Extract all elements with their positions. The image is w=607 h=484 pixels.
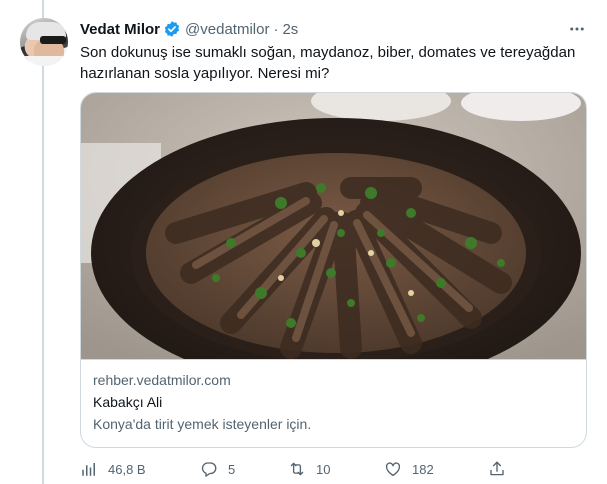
card-title: Kabakçı Ali (93, 394, 163, 410)
more-icon[interactable] (568, 20, 586, 38)
author-handle[interactable]: @vedatmilor (185, 21, 269, 38)
views-count: 46,8 B (108, 461, 146, 477)
avatar[interactable] (20, 18, 68, 66)
like-icon (385, 462, 401, 477)
share-icon (490, 461, 504, 476)
reply-icon (201, 462, 217, 477)
link-card[interactable]: rehber.vedatmilor.com Kabakçı Ali Konya'… (80, 92, 587, 448)
avatar-glasses (40, 36, 66, 44)
reply-button[interactable]: 5 (200, 458, 235, 480)
views-button[interactable]: 46,8 B (80, 458, 146, 480)
like-count: 182 (412, 461, 434, 477)
card-image (81, 93, 586, 359)
author-name[interactable]: Vedat Milor (80, 21, 160, 38)
thread-line (42, 0, 44, 484)
views-icon (82, 463, 95, 476)
reply-count: 5 (228, 461, 236, 477)
retweet-icon (290, 462, 304, 476)
separator-dot: · (273, 20, 279, 38)
retweet-button[interactable]: 10 (288, 458, 330, 480)
tweet-header: Vedat Milor @vedatmilor · 2s (80, 18, 298, 40)
tweet-text: Son dokunuş ise sumaklı soğan, maydanoz,… (80, 44, 576, 82)
verified-badge-icon (163, 20, 181, 38)
share-button[interactable] (488, 458, 516, 480)
card-description: Konya'da tirit yemek isteyenler için. (93, 416, 312, 432)
tweet-timestamp[interactable]: 2s (282, 21, 298, 38)
like-button[interactable]: 182 (384, 458, 434, 480)
card-meta: rehber.vedatmilor.com Kabakçı Ali Konya'… (81, 359, 586, 447)
retweet-count: 10 (316, 461, 331, 477)
card-domain: rehber.vedatmilor.com (93, 372, 231, 388)
tweet-actions: 46,8 B 5 10 182 (80, 458, 590, 480)
avatar-shirt (24, 56, 68, 66)
